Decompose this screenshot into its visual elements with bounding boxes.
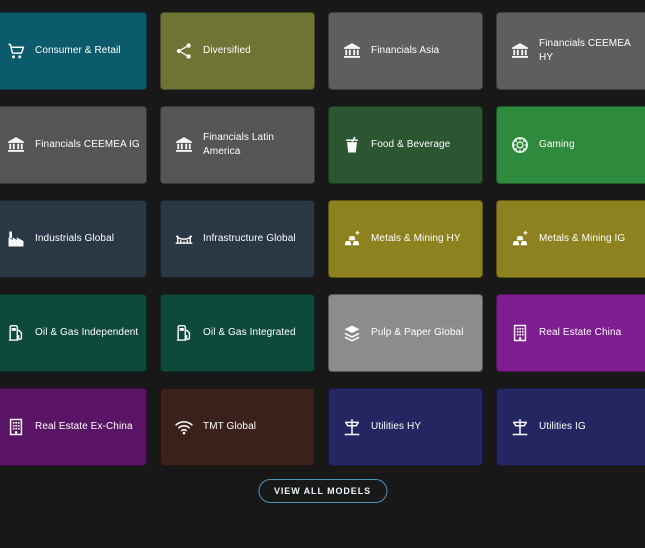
tile-label: Real Estate China — [539, 326, 621, 340]
tile-label: Oil & Gas Independent — [35, 326, 138, 340]
model-tile-utilities-ig[interactable]: Utilities IG — [496, 388, 645, 466]
bridge-icon — [174, 229, 194, 249]
tile-label: Pulp & Paper Global — [371, 326, 464, 340]
share-nodes-icon — [174, 41, 194, 61]
factory-icon — [6, 229, 26, 249]
tile-label: Food & Beverage — [371, 138, 450, 152]
model-tile-pulp-paper-global[interactable]: Pulp & Paper Global — [328, 294, 483, 372]
tile-label: Utilities HY — [371, 420, 421, 434]
model-tile-tmt-global[interactable]: TMT Global — [160, 388, 315, 466]
fuel-pump-icon — [174, 323, 194, 343]
power-pole-icon — [510, 417, 530, 437]
model-tile-metals-mining-hy[interactable]: Metals & Mining HY — [328, 200, 483, 278]
model-tile-financials-ceemea-hy[interactable]: Financials CEEMEA HY — [496, 12, 645, 90]
bank-icon — [510, 41, 530, 61]
bank-icon — [6, 135, 26, 155]
model-tile-real-estate-china[interactable]: Real Estate China — [496, 294, 645, 372]
tile-label: TMT Global — [203, 420, 256, 434]
view-all-models-button[interactable]: VIEW ALL MODELS — [258, 479, 387, 503]
wifi-icon — [174, 417, 194, 437]
models-grid-page: Consumer & Retail Diversified Financials A… — [0, 0, 645, 548]
tile-label: Real Estate Ex-China — [35, 420, 133, 434]
model-tile-oil-gas-integrated[interactable]: Oil & Gas Integrated — [160, 294, 315, 372]
model-tile-financials-ceemea-ig[interactable]: Financials CEEMEA IG — [0, 106, 147, 184]
tile-label: Oil & Gas Integrated — [203, 326, 296, 340]
tile-label: Financials CEEMEA HY — [539, 37, 645, 65]
model-tile-consumer-retail[interactable]: Consumer & Retail — [0, 12, 147, 90]
fuel-pump-icon — [6, 323, 26, 343]
model-tile-infrastructure-global[interactable]: Infrastructure Global — [160, 200, 315, 278]
tile-label: Industrials Global — [35, 232, 114, 246]
model-tile-food-beverage[interactable]: Food & Beverage — [328, 106, 483, 184]
tile-label: Financials CEEMEA IG — [35, 138, 140, 152]
model-tile-financials-asia[interactable]: Financials Asia — [328, 12, 483, 90]
drink-cup-icon — [342, 135, 362, 155]
tile-label: Metals & Mining HY — [371, 232, 461, 246]
tile-label: Utilities IG — [539, 420, 586, 434]
layers-icon — [342, 323, 362, 343]
model-tile-financials-latin-america[interactable]: Financials Latin America — [160, 106, 315, 184]
bank-icon — [174, 135, 194, 155]
model-tile-industrials-global[interactable]: Industrials Global — [0, 200, 147, 278]
tile-label: Financials Asia — [371, 44, 439, 58]
bank-icon — [342, 41, 362, 61]
building-icon — [6, 417, 26, 437]
model-tile-oil-gas-independent[interactable]: Oil & Gas Independent — [0, 294, 147, 372]
model-tile-metals-mining-ig[interactable]: Metals & Mining IG — [496, 200, 645, 278]
power-pole-icon — [342, 417, 362, 437]
tile-label: Financials Latin America — [203, 131, 310, 159]
gold-bars-icon — [342, 229, 362, 249]
building-icon — [510, 323, 530, 343]
gold-bars-icon — [510, 229, 530, 249]
model-tile-real-estate-ex-china[interactable]: Real Estate Ex-China — [0, 388, 147, 466]
tile-label: Gaming — [539, 138, 575, 152]
tile-label: Metals & Mining IG — [539, 232, 625, 246]
model-tile-diversified[interactable]: Diversified — [160, 12, 315, 90]
tile-label: Consumer & Retail — [35, 44, 121, 58]
poker-chip-icon — [510, 135, 530, 155]
tile-label: Diversified — [203, 44, 251, 58]
tile-label: Infrastructure Global — [203, 232, 296, 246]
model-tile-utilities-hy[interactable]: Utilities HY — [328, 388, 483, 466]
shopping-cart-icon — [6, 41, 26, 61]
model-tile-gaming[interactable]: Gaming — [496, 106, 645, 184]
model-tile-grid: Consumer & Retail Diversified Financials A… — [0, 12, 645, 466]
